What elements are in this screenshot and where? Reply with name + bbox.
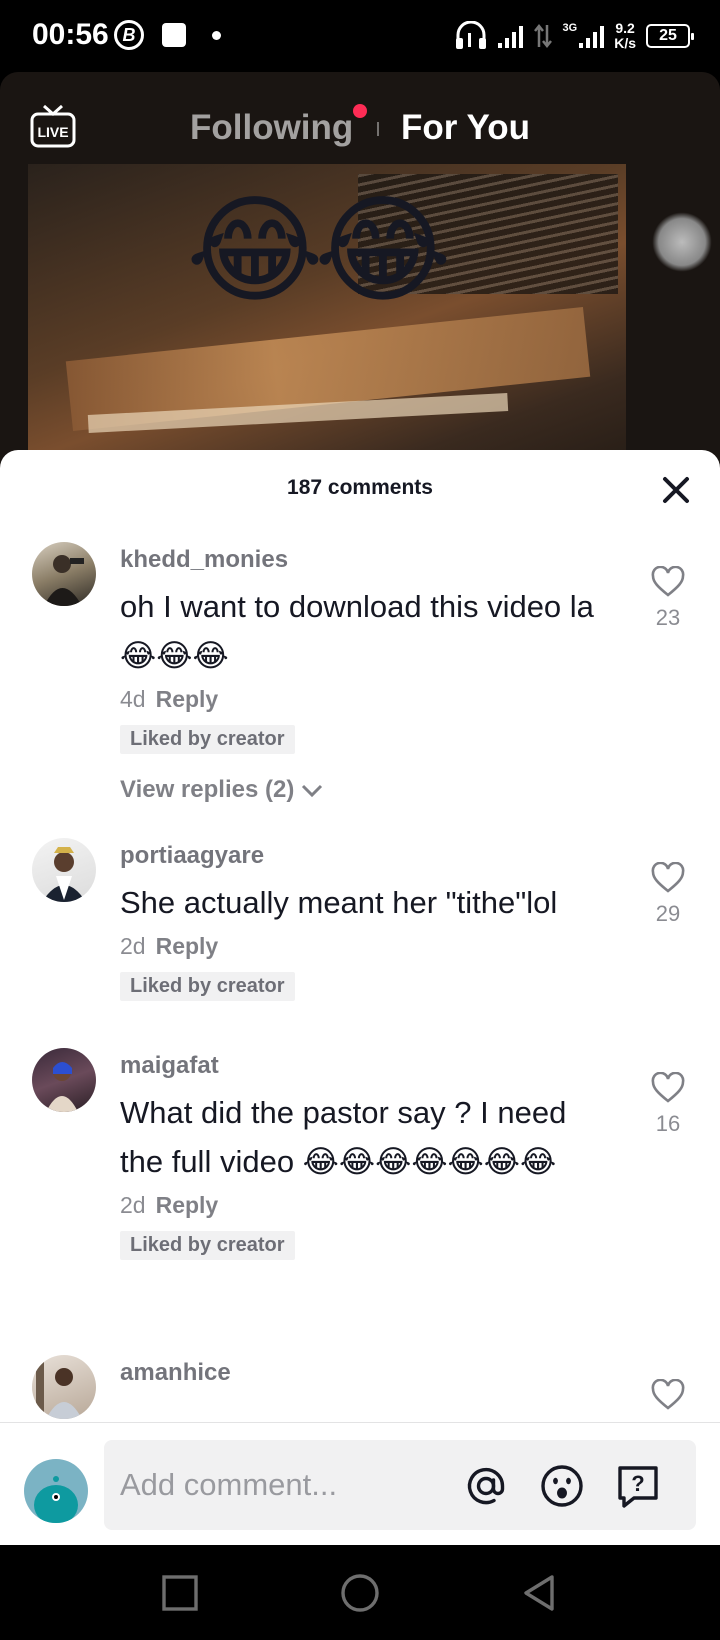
laugh-emoji-overlay-1: 😂: [186, 185, 324, 317]
emoji-icon[interactable]: [538, 1462, 586, 1510]
comment-list[interactable]: khedd_monies oh I want to download this …: [0, 526, 720, 1423]
comment-meta: 4d Reply: [120, 686, 610, 713]
comment-item: maigafat What did the pastor say ? I nee…: [0, 1032, 720, 1339]
comment-meta: 2d Reply: [120, 1192, 610, 1219]
question-icon[interactable]: ?: [614, 1462, 662, 1510]
comment-sheet: 187 comments khedd_monies oh I want to d…: [0, 450, 720, 1545]
data-arrows-icon: [533, 23, 552, 49]
reply-button[interactable]: Reply: [156, 686, 219, 712]
tab-for-you[interactable]: For You: [401, 108, 530, 147]
like-button[interactable]: [646, 1378, 690, 1418]
liked-by-creator-badge: Liked by creator: [120, 725, 295, 754]
battery-icon: 25: [646, 24, 694, 48]
like-count: 29: [655, 901, 681, 926]
video-player[interactable]: LIVE Following For You 😂 😂: [0, 72, 720, 472]
net-type: 3G: [562, 22, 578, 34]
status-time: 00:56: [32, 18, 109, 51]
reply-button[interactable]: Reply: [156, 1192, 219, 1218]
comment-username[interactable]: amanhice: [120, 1339, 610, 1387]
net-speed-value: 9.2: [615, 20, 635, 36]
comment-text: She actually meant her "tithe"lol: [120, 885, 558, 920]
floating-button[interactable]: [652, 212, 712, 272]
comment-input-box[interactable]: ?: [104, 1440, 696, 1530]
back-button[interactable]: [518, 1571, 562, 1615]
liked-by-creator-badge: Liked by creator: [120, 1231, 295, 1260]
comment-count: 187 comments: [287, 476, 433, 499]
tab-separator: [377, 122, 380, 136]
view-replies-label: View replies (2): [120, 776, 295, 803]
feed-tabs: Following For You: [0, 104, 720, 148]
b-circle-icon: B: [114, 20, 144, 50]
svg-text:?: ?: [631, 1471, 644, 1496]
avatar-photo: [34, 1476, 78, 1523]
avatar-photo: [36, 1361, 82, 1419]
heart-icon: [651, 1071, 685, 1103]
home-button[interactable]: [338, 1571, 382, 1615]
liked-by-creator-badge: Liked by creator: [120, 972, 295, 1001]
like-button[interactable]: 29: [646, 861, 690, 927]
comment-text: What did the pastor say ? I need the ful…: [120, 1095, 567, 1179]
avatar-photo: [46, 1062, 78, 1112]
heart-icon: [651, 1378, 685, 1410]
view-replies-button[interactable]: View replies (2): [120, 776, 610, 804]
status-indicators: 3G 9.2 K/s 25: [454, 18, 694, 54]
avatar[interactable]: [32, 1048, 96, 1112]
comment-age: 2d: [120, 1192, 146, 1218]
laugh-emoji-overlay-2: 😂: [314, 185, 452, 317]
my-avatar[interactable]: [24, 1459, 88, 1523]
comment-text: oh I want to download this video la 😂😂😂: [120, 589, 594, 673]
comment-username[interactable]: maigafat: [120, 1032, 610, 1080]
avatar[interactable]: [32, 1355, 96, 1419]
status-bar: 00:56 B 3G 9.2 K/s 25: [0, 0, 720, 72]
signal-3g-icon: [579, 24, 605, 48]
comment-item: khedd_monies oh I want to download this …: [0, 526, 720, 822]
notification-dot: [353, 104, 368, 118]
comment-item: portiaagyare She actually meant her "tit…: [0, 822, 720, 1032]
heart-icon: [651, 861, 685, 893]
tab-following-label: Following: [189, 108, 354, 147]
like-button[interactable]: 16: [646, 1071, 690, 1137]
like-button[interactable]: 23: [646, 565, 690, 631]
close-button[interactable]: [656, 470, 696, 510]
tab-following[interactable]: Following: [189, 104, 380, 147]
comment-input[interactable]: [120, 1440, 460, 1530]
headset-icon: [455, 21, 486, 49]
avatar[interactable]: [32, 542, 96, 606]
reply-button[interactable]: Reply: [156, 933, 219, 959]
comment-composer: ?: [0, 1422, 720, 1545]
dot-icon: [212, 31, 221, 40]
net-speed: 9.2 K/s: [614, 21, 636, 51]
comment-username[interactable]: khedd_monies: [120, 526, 610, 574]
chevron-down-icon: [302, 784, 323, 798]
net-speed-unit: K/s: [614, 35, 636, 51]
comment-username[interactable]: portiaagyare: [120, 822, 610, 870]
avatar[interactable]: [32, 838, 96, 902]
comment-age: 4d: [120, 686, 146, 712]
avatar-photo: [44, 555, 84, 606]
recents-button[interactable]: [158, 1571, 202, 1615]
comment-age: 2d: [120, 933, 146, 959]
heart-icon: [651, 565, 685, 597]
like-count: 16: [655, 1111, 681, 1136]
comment-meta: 2d Reply: [120, 933, 610, 960]
mention-icon[interactable]: [462, 1462, 510, 1510]
like-count: 23: [655, 605, 681, 630]
comment-item: amanhice: [0, 1339, 720, 1423]
comment-sheet-header: 187 comments: [0, 450, 720, 526]
app-square-icon: [162, 23, 186, 47]
signal-icon: [497, 24, 523, 48]
system-nav-bar: [0, 1545, 720, 1640]
avatar-photo: [42, 847, 86, 902]
